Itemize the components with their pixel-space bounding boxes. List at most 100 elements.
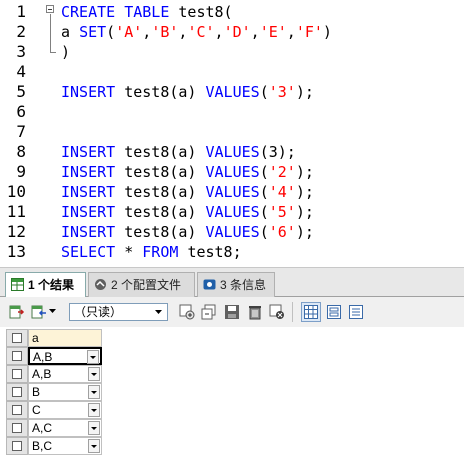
sql-text: test8(a) — [124, 183, 206, 201]
sql-keyword: CREATE TABLE — [61, 3, 179, 21]
cell-a[interactable]: A,B — [28, 347, 102, 365]
sql-string: 'E' — [259, 23, 287, 41]
sql-text: ( — [259, 223, 269, 241]
set-dropdown-icon[interactable] — [88, 367, 100, 381]
set-dropdown-icon[interactable] — [87, 350, 99, 364]
fold-guide-end — [50, 52, 56, 53]
add-row-icon[interactable] — [178, 303, 196, 321]
tab-profiles[interactable]: 2 个配置文件 — [88, 272, 195, 298]
code-line: INSERT test8(a) VALUES('2'); — [61, 162, 314, 182]
export-icon[interactable] — [7, 303, 25, 321]
cell-a[interactable]: A,B — [28, 365, 102, 383]
set-dropdown-icon[interactable] — [88, 403, 100, 417]
line-number: 13 — [6, 242, 26, 261]
code-line: SELECT * FROM test8; — [61, 242, 242, 262]
checkbox-square-icon — [12, 387, 22, 397]
toolbar-separator — [292, 302, 293, 322]
save-icon[interactable] — [223, 303, 241, 321]
sql-text: test8(a) — [124, 223, 206, 241]
tab-results-label: 1 个结果 — [28, 278, 75, 292]
cell-value: A,B — [32, 367, 52, 381]
line-number: 3 — [16, 42, 26, 61]
sql-text: test8(a) — [124, 163, 206, 181]
checkbox-square-icon — [12, 369, 22, 379]
sql-keyword: INSERT — [61, 83, 125, 101]
column-header-label: a — [32, 331, 39, 345]
cell-value: A,B — [33, 350, 53, 364]
sql-string: 'F' — [295, 23, 323, 41]
sql-text: ) — [61, 43, 71, 61]
sql-keyword: VALUES — [205, 163, 260, 181]
sql-text: ); — [295, 183, 314, 201]
set-dropdown-icon[interactable] — [88, 385, 100, 399]
form-view-icon[interactable] — [325, 303, 343, 321]
line-number: 2 — [16, 22, 26, 41]
sql-string: '6' — [268, 223, 296, 241]
sql-text: ( — [106, 23, 116, 41]
sql-text: test8( — [178, 3, 233, 21]
cell-value: A,C — [32, 421, 53, 435]
line-number-gutter: 1 2 3 4 5 6 7 8 9 10 11 12 13 — [0, 0, 44, 267]
sql-text: a — [61, 23, 80, 41]
row-checkbox[interactable] — [6, 383, 28, 401]
cancel-icon[interactable] — [268, 303, 286, 321]
cell-a[interactable]: B,C — [28, 437, 102, 455]
cell-a[interactable]: C — [28, 401, 102, 419]
sql-string: 'C' — [187, 23, 215, 41]
sql-editor[interactable]: 1 2 3 4 5 6 7 8 9 10 11 12 13 CREATE TABLE test8(a S… — [0, 0, 464, 267]
import-icon[interactable] — [30, 303, 48, 321]
sql-text: , — [286, 23, 296, 41]
duplicate-row-icon[interactable] — [200, 303, 218, 321]
set-dropdown-icon[interactable] — [88, 421, 100, 435]
import-dropdown-arrow-icon[interactable] — [49, 309, 56, 314]
sql-string: 'D' — [223, 23, 251, 41]
result-grid-icon — [11, 278, 24, 291]
cell-a[interactable]: A,C — [28, 419, 102, 437]
sql-keyword: FROM — [142, 243, 188, 261]
result-grid: a A,B A,B B C A,C B,C — [0, 327, 464, 465]
row-checkbox[interactable] — [6, 365, 28, 383]
line-number: 4 — [16, 62, 26, 81]
column-header-a[interactable]: a — [28, 329, 102, 347]
fold-collapse-icon[interactable] — [46, 5, 54, 13]
line-number: 1 — [16, 2, 26, 21]
sql-text: ); — [295, 223, 314, 241]
line-number: 12 — [6, 222, 26, 241]
tab-results[interactable]: 1 个结果 — [5, 272, 86, 298]
sql-keyword: INSERT — [61, 203, 125, 221]
row-checkbox[interactable] — [6, 347, 28, 365]
line-number: 9 — [16, 162, 26, 181]
line-number: 8 — [16, 142, 26, 161]
row-checkbox[interactable] — [6, 401, 28, 419]
checkbox-square-icon — [12, 333, 22, 343]
sql-keyword: INSERT — [61, 183, 125, 201]
fold-guide-line — [50, 14, 51, 52]
tab-messages[interactable]: 3 条信息 — [197, 272, 275, 298]
set-dropdown-icon[interactable] — [88, 439, 100, 453]
mode-select[interactable]: （只读） — [69, 303, 168, 321]
text-view-icon[interactable] — [347, 303, 365, 321]
row-checkbox[interactable] — [6, 419, 28, 437]
sql-text: , — [214, 23, 224, 41]
sql-keyword: VALUES — [205, 143, 260, 161]
sql-text: ); — [295, 163, 314, 181]
sql-text: , — [142, 23, 152, 41]
sql-text: test8(a) — [124, 203, 206, 221]
sql-text: * — [124, 243, 143, 261]
sql-text: ); — [295, 203, 314, 221]
grid-view-button[interactable] — [301, 302, 321, 322]
line-number: 11 — [6, 202, 26, 221]
sql-text: (3); — [259, 143, 296, 161]
mode-select-value: （只读） — [74, 305, 123, 319]
tab-messages-label: 3 条信息 — [220, 278, 267, 292]
sql-string: '3' — [268, 83, 296, 101]
sql-keyword: SELECT — [61, 243, 125, 261]
line-number: 10 — [6, 182, 26, 201]
line-number: 6 — [16, 102, 26, 121]
sql-text: test8(a) — [124, 83, 206, 101]
delete-row-icon[interactable] — [246, 303, 264, 321]
row-checkbox[interactable] — [6, 437, 28, 455]
cell-a[interactable]: B — [28, 383, 102, 401]
select-all-checkbox[interactable] — [6, 329, 28, 347]
grid-view-icon — [304, 305, 318, 319]
